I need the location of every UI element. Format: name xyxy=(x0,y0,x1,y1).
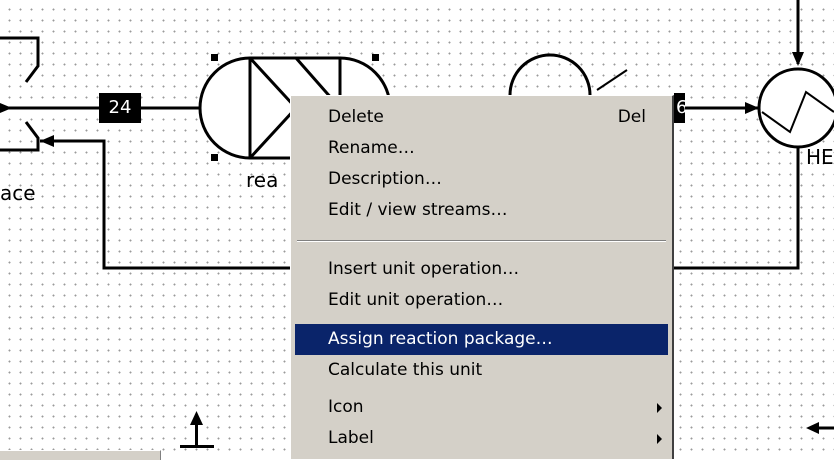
recycle-stream-arrow xyxy=(40,135,54,147)
menu-item-edit-view-streams[interactable]: Edit / view streams… xyxy=(295,195,668,226)
stream-6-arrow xyxy=(745,102,759,114)
menu-item-label: Assign reaction package… xyxy=(328,329,553,349)
menu-separator xyxy=(297,240,666,242)
menu-item-insert-unit-operation[interactable]: Insert unit operation… xyxy=(295,254,668,285)
left-unit-outlet-arrow xyxy=(0,103,12,113)
menu-item-label: Rename… xyxy=(328,138,415,158)
menu-item-label: Insert unit operation… xyxy=(328,259,520,279)
menu-item-rename[interactable]: Rename… xyxy=(295,133,668,164)
menu-item-label: Calculate this unit xyxy=(328,360,483,380)
left-unit-label: ace xyxy=(0,181,36,205)
menu-item-label-submenu[interactable]: Label xyxy=(295,423,668,454)
bottom-right-stream-arrow xyxy=(806,422,819,434)
stream-tag-24[interactable]: 24 xyxy=(99,93,141,123)
menu-item-icon[interactable]: Icon xyxy=(295,392,668,423)
recycle-stream-line[interactable] xyxy=(40,139,290,270)
submenu-arrow-icon xyxy=(657,434,662,444)
hx-label: HE xyxy=(806,145,834,169)
hx-feed-arrow xyxy=(792,52,804,66)
feed-marker-icon[interactable] xyxy=(180,411,214,448)
menu-item-label: Edit / view streams… xyxy=(328,200,508,220)
heat-exchanger-icon[interactable] xyxy=(757,67,834,149)
menu-item-label: Description… xyxy=(328,169,442,189)
left-unit-icon[interactable] xyxy=(0,36,40,152)
submenu-arrow-icon xyxy=(657,403,662,413)
menu-item-label: Edit unit operation… xyxy=(328,290,504,310)
recycle-stream-line-right[interactable] xyxy=(674,130,800,270)
stream-tag-6[interactable]: 6 xyxy=(674,93,685,123)
cooler-icon-partial[interactable] xyxy=(508,53,592,96)
menu-item-assign-reaction-package[interactable]: Assign reaction package… xyxy=(295,324,668,355)
menu-item-description[interactable]: Description… xyxy=(295,164,668,195)
menu-item-label: Delete xyxy=(328,107,384,127)
context-menu: Delete Del Rename… Description… Edit / v… xyxy=(290,95,674,459)
menu-item-calculate-this-unit[interactable]: Calculate this unit xyxy=(295,355,668,386)
menu-item-edit-unit-operation[interactable]: Edit unit operation… xyxy=(295,285,668,316)
menu-shortcut-label: Del xyxy=(617,107,646,127)
menu-item-label: Label xyxy=(328,428,374,448)
menu-item-delete[interactable]: Delete Del xyxy=(295,102,668,133)
menu-item-label: Icon xyxy=(328,397,364,417)
reactor-label: rea xyxy=(246,168,279,192)
